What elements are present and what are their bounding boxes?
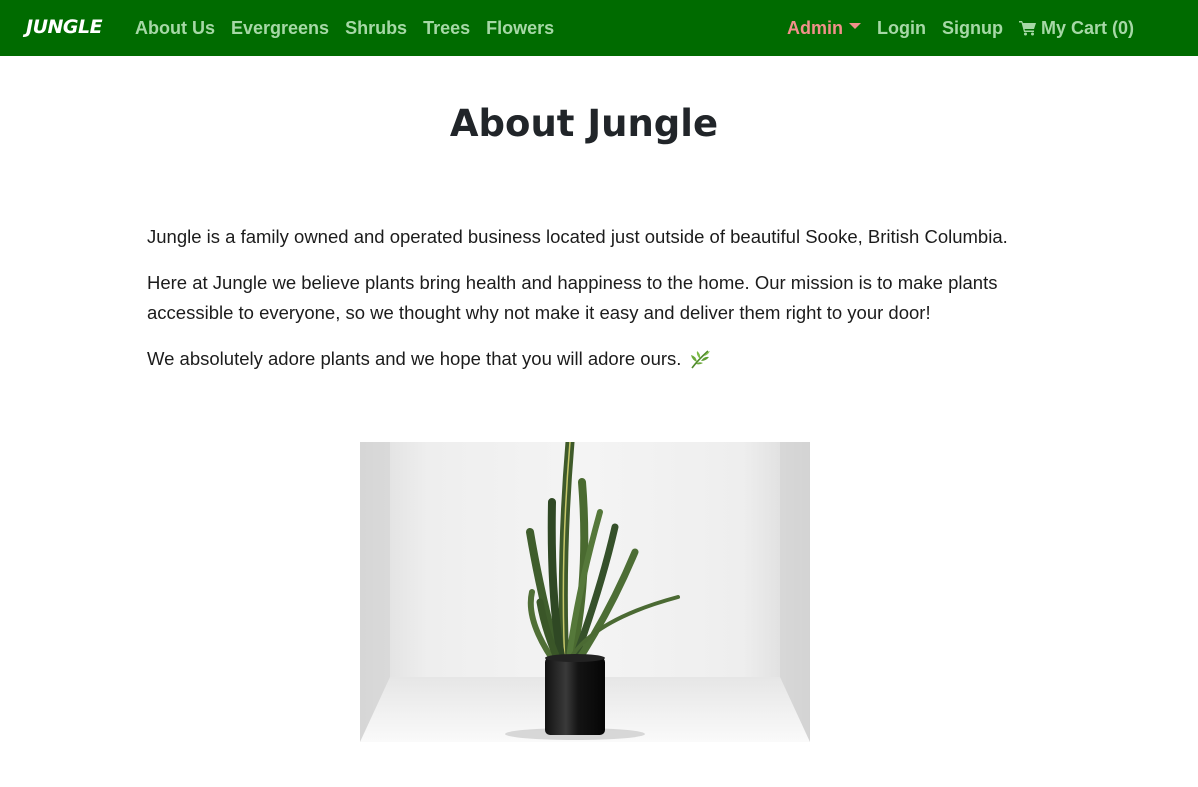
account-nav: Admin Login Signup My Cart (0) bbox=[787, 0, 1134, 56]
caret-down-icon bbox=[849, 23, 861, 29]
nav-link-flowers[interactable]: Flowers bbox=[486, 18, 554, 39]
cart-label: My Cart (0) bbox=[1040, 17, 1134, 38]
about-paragraph: We absolutely adore plants and we hope t… bbox=[147, 344, 1037, 374]
login-link[interactable]: Login bbox=[877, 18, 926, 39]
cart-link[interactable]: My Cart (0) bbox=[1018, 17, 1134, 39]
nav-link-shrubs[interactable]: Shrubs bbox=[345, 18, 407, 39]
about-paragraph: Jungle is a family owned and operated bu… bbox=[147, 226, 1008, 247]
about-paragraph-text: We absolutely adore plants and we hope t… bbox=[147, 348, 682, 369]
brand-logo[interactable]: JUNGLE bbox=[26, 12, 103, 42]
primary-nav: About Us Evergreens Shrubs Trees Flowers bbox=[135, 0, 570, 56]
shopping-cart-icon bbox=[1018, 21, 1036, 36]
herb-icon bbox=[690, 350, 710, 369]
page-title: About Jungle bbox=[449, 102, 719, 145]
top-navbar: JUNGLE About Us Evergreens Shrubs Trees … bbox=[0, 0, 1198, 56]
about-content: Jungle is a family owned and operated bu… bbox=[147, 222, 1037, 390]
signup-link[interactable]: Signup bbox=[942, 18, 1003, 39]
admin-dropdown-label: Admin bbox=[787, 17, 843, 38]
nav-link-about-us[interactable]: About Us bbox=[135, 18, 215, 39]
about-paragraph: Here at Jungle we believe plants bring h… bbox=[147, 272, 998, 323]
nav-link-trees[interactable]: Trees bbox=[423, 18, 470, 39]
nav-link-evergreens[interactable]: Evergreens bbox=[231, 18, 329, 39]
snake-plant-photo bbox=[360, 442, 810, 742]
admin-dropdown[interactable]: Admin bbox=[787, 18, 861, 39]
